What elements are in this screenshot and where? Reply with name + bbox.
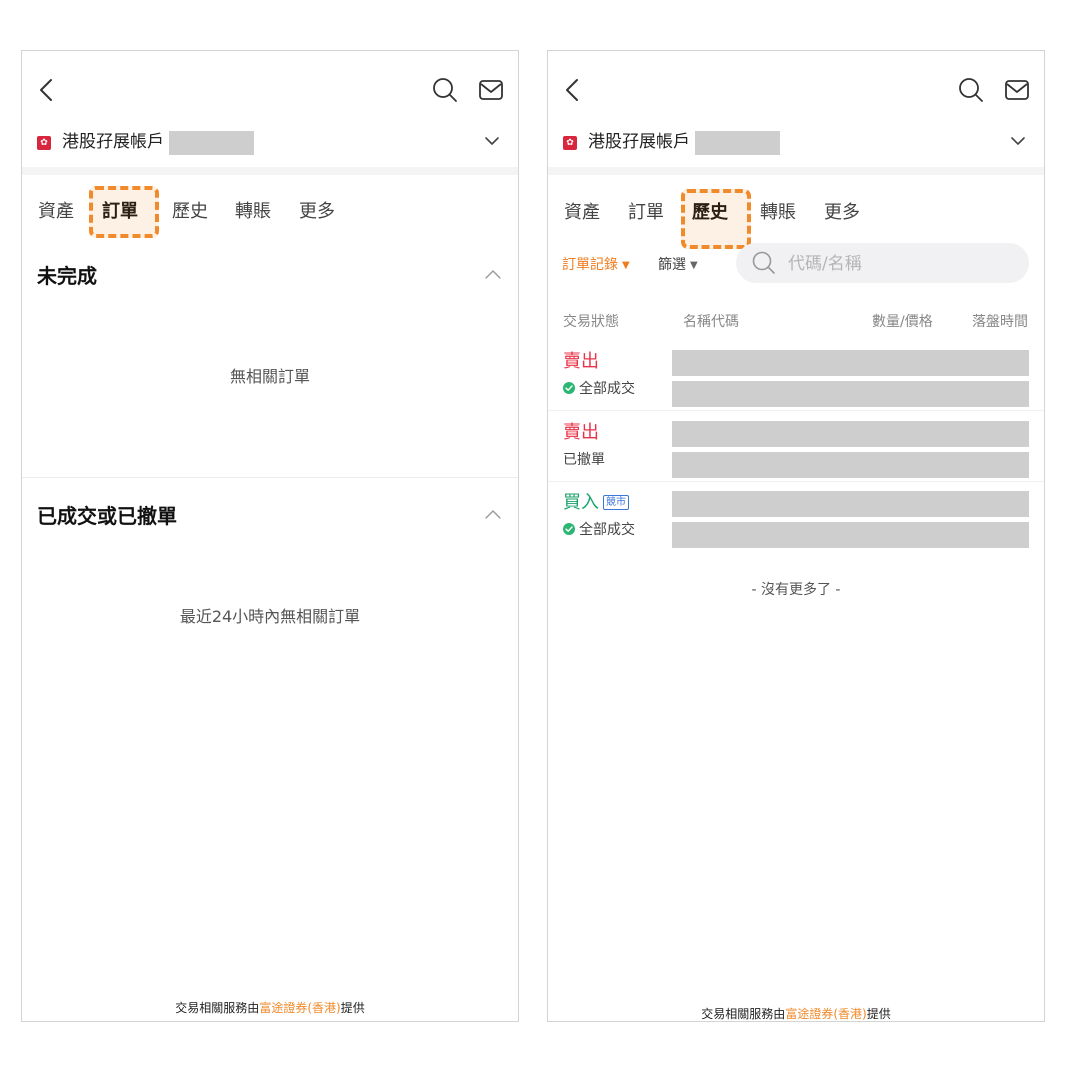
order-side: 賣出	[563, 422, 599, 443]
tab-more[interactable]: 更多	[299, 199, 335, 225]
tab-bar: 資產 訂單 歷史 轉賬 更多	[548, 200, 1044, 230]
check-circle-icon	[563, 523, 575, 535]
row-divider	[548, 481, 1044, 482]
footer-suffix: 提供	[340, 1001, 365, 1015]
footer-prefix: 交易相關服務由	[701, 1007, 786, 1021]
footer-prefix: 交易相關服務由	[175, 1001, 260, 1015]
check-circle-icon	[563, 382, 575, 394]
order-status-text: 全部成交	[579, 381, 635, 397]
masked-order-info	[672, 421, 1029, 447]
auction-badge: 競市	[603, 495, 629, 510]
masked-order-info	[672, 381, 1029, 407]
masked-order-info	[672, 522, 1029, 548]
broker-link[interactable]: 富途證券(香港)	[785, 1007, 866, 1021]
filter-label: 篩選	[658, 257, 686, 273]
order-record-label: 訂單記錄	[562, 257, 618, 273]
col-name-code: 名稱代碼	[683, 314, 739, 330]
tab-orders[interactable]: 訂單	[628, 200, 664, 226]
account-name: 港股孖展帳戶	[62, 132, 164, 152]
account-selector[interactable]: ✿ 港股孖展帳戶	[548, 129, 1044, 167]
chevron-down-icon[interactable]	[1010, 135, 1026, 147]
back-icon[interactable]	[562, 77, 582, 103]
order-status: 全部成交	[563, 521, 635, 539]
chevron-down-icon[interactable]	[484, 135, 500, 147]
order-row[interactable]: 買入 競市 全部成交	[548, 491, 1044, 561]
order-side: 賣出	[563, 351, 599, 372]
mail-icon[interactable]	[1004, 79, 1030, 101]
header-divider	[22, 167, 518, 175]
section-title-done: 已成交或已撤單	[37, 504, 177, 528]
search-icon	[752, 251, 775, 274]
account-name: 港股孖展帳戶	[588, 132, 690, 152]
hk-flag-icon: ✿	[563, 136, 577, 150]
account-selector[interactable]: ✿ 港股孖展帳戶	[22, 129, 518, 167]
broker-link[interactable]: 富途證券(香港)	[259, 1001, 340, 1015]
caret-down-icon: ▼	[690, 260, 698, 271]
footer-disclaimer: 交易相關服務由富途證券(香港)提供	[22, 999, 518, 1016]
top-bar	[548, 51, 1044, 129]
col-qty-price: 數量/價格	[872, 314, 933, 330]
account-number-mask	[695, 131, 780, 155]
caret-down-icon: ▼	[622, 260, 630, 271]
footer-disclaimer: 交易相關服務由富途證券(香港)提供	[548, 1005, 1044, 1021]
filter-dropdown[interactable]: 篩選 ▼	[658, 254, 698, 274]
account-number-mask	[169, 131, 254, 155]
col-status: 交易狀態	[563, 314, 619, 330]
empty-pending-text: 無相關訂單	[229, 367, 310, 386]
tab-bar: 資產 訂單 歷史 轉賬 更多	[22, 199, 518, 229]
no-more-text: - 沒有更多了 -	[751, 582, 841, 598]
section-title-pending: 未完成	[37, 264, 97, 288]
order-status-text: 已撤單	[563, 452, 605, 468]
search-box[interactable]	[736, 243, 1029, 283]
tab-transfer[interactable]: 轉賬	[760, 200, 796, 226]
order-record-dropdown[interactable]: 訂單記錄 ▼	[562, 254, 630, 274]
tab-history[interactable]: 歷史	[172, 199, 208, 225]
row-divider	[548, 410, 1044, 411]
tab-transfer[interactable]: 轉賬	[235, 199, 271, 225]
masked-order-info	[672, 491, 1029, 517]
screen-history: ✿ 港股孖展帳戶 資產 訂單 歷史 轉賬 更多 訂單記錄 ▼ 篩選 ▼ 交易狀態 名…	[547, 50, 1045, 1022]
hk-flag-icon: ✿	[37, 136, 51, 150]
tab-assets[interactable]: 資產	[38, 199, 74, 225]
top-bar	[22, 51, 518, 129]
search-icon[interactable]	[432, 77, 458, 103]
chevron-up-icon[interactable]	[484, 268, 502, 280]
order-side-text: 買入	[563, 492, 599, 513]
tab-assets[interactable]: 資產	[564, 200, 600, 226]
tab-orders[interactable]: 訂單	[102, 199, 138, 225]
tab-more[interactable]: 更多	[824, 200, 860, 226]
screen-orders: ✿ 港股孖展帳戶 資產 訂單 歷史 轉賬 更多 未完成 無相關訂單 已成交或已撤…	[21, 50, 519, 1022]
order-side: 買入 競市	[563, 491, 629, 515]
masked-order-info	[672, 350, 1029, 376]
tab-history[interactable]: 歷史	[692, 200, 728, 226]
masked-order-info	[672, 452, 1029, 478]
header-divider	[548, 167, 1044, 175]
col-time: 落盤時間	[972, 314, 1028, 330]
order-status-text: 全部成交	[579, 522, 635, 538]
section-divider	[22, 477, 518, 478]
footer-suffix: 提供	[866, 1007, 891, 1021]
search-icon[interactable]	[958, 77, 984, 103]
empty-done-text: 最近24小時內無相關訂單	[179, 607, 361, 626]
filter-row: 訂單記錄 ▼ 篩選 ▼	[548, 243, 1044, 283]
chevron-up-icon[interactable]	[484, 508, 502, 520]
order-status: 已撤單	[563, 451, 605, 469]
order-status: 全部成交	[563, 380, 635, 398]
back-icon[interactable]	[36, 77, 56, 103]
search-input[interactable]	[786, 251, 1010, 277]
mail-icon[interactable]	[478, 79, 504, 101]
